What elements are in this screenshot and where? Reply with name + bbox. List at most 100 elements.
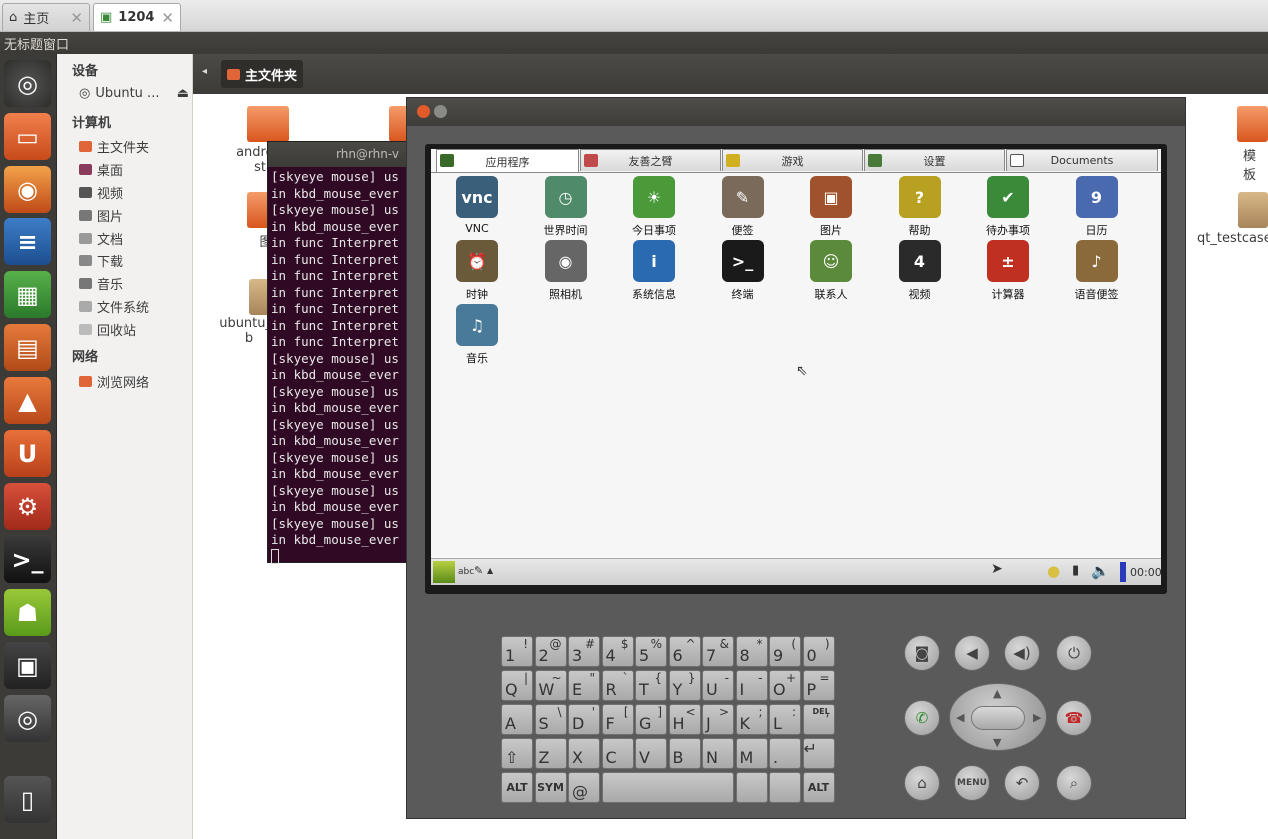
qtopia-tab[interactable]: 应用程序 <box>436 149 579 173</box>
keyboard-key[interactable]: B <box>668 738 701 769</box>
qtopia-tab[interactable]: 友善之臂 <box>580 149 721 171</box>
back-arrow-icon[interactable]: ◂ <box>202 66 207 77</box>
dpad-right-icon[interactable]: ▶ <box>1033 711 1041 724</box>
delete-key[interactable]: , DEL <box>802 704 835 735</box>
app-launcher[interactable]: ▣ 图片 <box>791 176 871 238</box>
app-launcher[interactable]: ± 计算器 <box>968 240 1048 302</box>
call-button[interactable]: ✆ <box>904 700 940 736</box>
app-launcher[interactable]: ⏰ 时钟 <box>437 240 517 302</box>
keyboard-key[interactable]: S \ <box>534 704 567 735</box>
keyboard-key[interactable]: 5% <box>635 636 667 667</box>
minimize-icon[interactable] <box>434 105 447 118</box>
back-button[interactable]: ↶ <box>1004 765 1040 801</box>
sidebar-item-desktop[interactable]: 桌面 <box>79 160 123 179</box>
alt-key-left[interactable]: ALT <box>501 772 533 803</box>
keyboard-key[interactable]: 1! <box>501 636 533 667</box>
keyboard-key[interactable]: I- <box>735 670 768 701</box>
sidebar-item-videos[interactable]: 视频 <box>79 183 123 202</box>
ubuntu-dash-icon[interactable]: ◎ <box>4 60 51 107</box>
volume-down-button[interactable]: ◀ <box>954 635 990 671</box>
dpad[interactable]: ▲ ▼ ◀ ▶ <box>949 683 1047 751</box>
volume-icon[interactable]: 🔈 <box>1091 562 1110 580</box>
dpad-up-icon[interactable]: ▲ <box>993 687 1001 700</box>
keyboard-key[interactable]: H < <box>668 704 701 735</box>
keyboard-key[interactable]: 3 # <box>568 636 600 667</box>
terminal-window[interactable]: rhn@rhn-v [skyeye mouse] us in kbd_mouse_… <box>267 141 417 564</box>
keyboard-key[interactable]: 2 @ <box>534 636 567 667</box>
keyboard-key[interactable]: A <box>501 704 533 735</box>
sym-key[interactable]: SYM <box>534 772 567 803</box>
android-icon[interactable]: ☗ <box>4 589 51 636</box>
impress-icon[interactable]: ▤ <box>4 324 51 371</box>
end-call-button[interactable]: ☎ <box>1056 700 1092 736</box>
alt-key-right[interactable]: ALT <box>802 772 835 803</box>
power-button[interactable]: ⏻ <box>1056 635 1092 671</box>
app-launcher[interactable]: ♫ 音乐 <box>437 304 517 366</box>
sidebar-item-pictures[interactable]: 图片 <box>79 206 123 225</box>
keyboard-key[interactable]: 6 ^ <box>668 636 701 667</box>
home-button[interactable]: ⌂ <box>904 765 940 801</box>
keyboard-key[interactable]: 9( <box>769 636 801 667</box>
up-arrow-icon[interactable]: ▲ <box>487 566 493 575</box>
files-icon[interactable]: ▭ <box>4 113 51 160</box>
sidebar-item-ubuntu[interactable]: ◎ Ubuntu ... ⏏ <box>79 86 189 101</box>
app-launcher[interactable]: ✎ 便签 <box>703 176 783 238</box>
keyboard-key[interactable]: L: <box>769 704 801 735</box>
trash-icon[interactable]: ▯ <box>4 776 51 823</box>
sidebar-item-trash[interactable]: 回收站 <box>79 320 136 339</box>
app-launcher[interactable]: vnc VNC <box>437 176 517 235</box>
archive-icon[interactable] <box>1238 192 1268 228</box>
keyboard-key[interactable]: J > <box>702 704 734 735</box>
sidebar-item-home[interactable]: 主文件夹 <box>79 137 149 156</box>
comma-key[interactable] <box>769 772 801 803</box>
keyboard-key[interactable]: D ' <box>568 704 600 735</box>
app-launcher[interactable]: >_ 终端 <box>703 240 783 302</box>
camera-button[interactable]: ◙ <box>904 635 940 671</box>
keyboard-key[interactable]: 8 * <box>735 636 768 667</box>
breadcrumb[interactable]: 主文件夹 <box>221 60 304 88</box>
qtopia-tab[interactable]: 游戏 <box>722 149 863 171</box>
keyboard-key[interactable]: . <box>769 738 801 769</box>
keyboard-key[interactable]: E " <box>568 670 600 701</box>
dpad-down-icon[interactable]: ▼ <box>993 736 1001 749</box>
sidebar-item-filesystem[interactable]: 文件系统 <box>79 297 149 316</box>
qtopia-screen[interactable]: 应用程序 友善之臂 游戏 设置 Documents vnc VNC ◷ 世界时间 ☀ 今日事项 ✎ 便… <box>431 149 1161 585</box>
keyboard-key[interactable]: 0) <box>802 636 835 667</box>
workspace-icon[interactable]: ▣ <box>4 642 51 689</box>
settings-icon[interactable]: ⚙ <box>4 483 51 530</box>
qtopia-tab[interactable]: Documents <box>1006 149 1158 171</box>
input-mode-label[interactable]: abc <box>458 567 474 577</box>
software-center-icon[interactable]: ▲ <box>4 377 51 424</box>
keyboard-key[interactable]: V <box>635 738 667 769</box>
terminal-icon[interactable]: >_ <box>4 536 51 583</box>
dpad-left-icon[interactable]: ◀ <box>956 711 964 724</box>
app-launcher[interactable]: i 系统信息 <box>614 240 694 302</box>
app-launcher[interactable]: ? 帮助 <box>880 176 960 238</box>
app-launcher[interactable]: ◉ 照相机 <box>526 240 606 302</box>
keyboard-key[interactable]: O + <box>769 670 801 701</box>
space-key[interactable] <box>601 772 734 803</box>
app-launcher[interactable]: 9 日历 <box>1057 176 1137 238</box>
qtopia-tab[interactable]: 设置 <box>864 149 1005 171</box>
keyboard-key[interactable]: Z <box>534 738 567 769</box>
keyboard-key[interactable]: X <box>568 738 600 769</box>
sidebar-item-downloads[interactable]: 下载 <box>79 251 123 270</box>
keyboard-key[interactable]: F[ <box>601 704 634 735</box>
keyboard-key[interactable]: N <box>702 738 734 769</box>
sidebar-item-browse-network[interactable]: 浏览网络 <box>79 372 149 391</box>
keyboard-key[interactable]: Q | <box>501 670 533 701</box>
tab-1204[interactable]: ▣ 1204 ✕ <box>93 3 181 31</box>
keyboard-key[interactable]: Y} <box>668 670 701 701</box>
folder-icon[interactable] <box>1237 106 1268 142</box>
keyboard-key[interactable]: U- <box>702 670 734 701</box>
app-launcher[interactable]: ✔ 待办事项 <box>968 176 1048 238</box>
keyboard-key[interactable]: K; <box>735 704 768 735</box>
at-key[interactable]: @ <box>568 772 600 803</box>
keyboard-key[interactable]: G] <box>635 704 667 735</box>
enter-key[interactable]: ↵ <box>802 738 835 769</box>
dpad-center-button[interactable] <box>971 706 1025 730</box>
sidebar-item-documents[interactable]: 文档 <box>79 229 123 248</box>
close-icon[interactable] <box>417 105 430 118</box>
dvd-icon[interactable]: ◎ <box>4 695 51 742</box>
keyboard-key[interactable]: 7 & <box>702 636 734 667</box>
